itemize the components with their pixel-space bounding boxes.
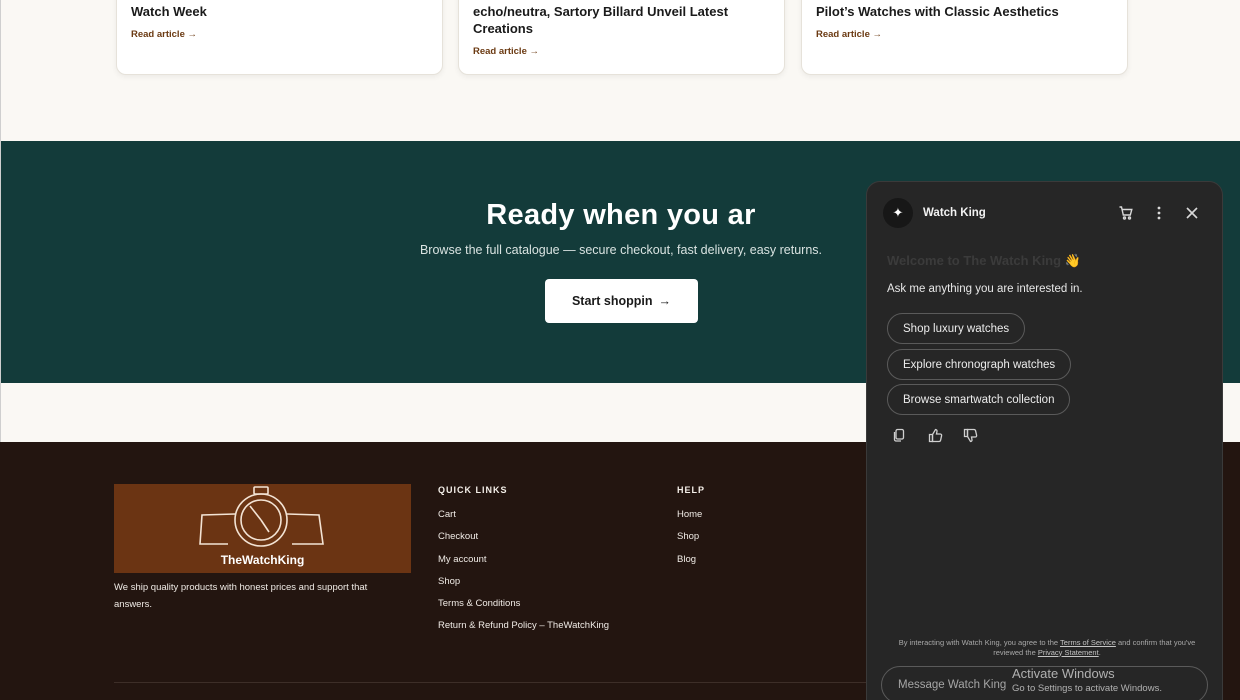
read-article-link[interactable]: Read article → (816, 29, 882, 40)
footer-link-home[interactable]: Home (677, 509, 702, 531)
chat-title: Watch King (923, 207, 986, 219)
cart-icon[interactable] (1117, 204, 1135, 222)
arrow-right-icon: → (187, 29, 198, 40)
privacy-statement-link[interactable]: Privacy Statement (1038, 648, 1099, 657)
footer-link-my-account[interactable]: My account (438, 554, 609, 576)
read-article-label: Read article (473, 46, 527, 57)
footer-logo[interactable]: TheWatchKing (114, 484, 411, 573)
more-vertical-icon[interactable] (1150, 204, 1168, 222)
read-article-label: Read article (816, 29, 870, 40)
disclaimer-text-start: By interacting with Watch King, you agre… (898, 638, 1061, 647)
start-shopping-button[interactable]: Start shoppin → (545, 279, 698, 323)
chat-panel: ✦ Watch King Welcome to The Watch King 👋… (866, 181, 1223, 700)
message-input[interactable] (881, 666, 1208, 700)
wave-icon: 👋 (1064, 253, 1081, 268)
footer-link-checkout[interactable]: Checkout (438, 531, 609, 553)
read-article-link[interactable]: Read article → (473, 46, 539, 57)
start-shopping-label: Start shoppin (571, 294, 653, 308)
welcome-text: Welcome to The Watch King (887, 253, 1062, 268)
article-card[interactable]: echo/neutra, Sartory Billard Unveil Late… (458, 0, 785, 75)
arrow-right-icon: → (872, 29, 883, 40)
footer-link-shop[interactable]: Shop (438, 576, 609, 598)
footer-link-cart[interactable]: Cart (438, 509, 609, 531)
arrow-right-icon: → (529, 46, 540, 57)
assistant-prompt: Ask me anything you are interested in. (887, 283, 1083, 295)
chat-disclaimer: By interacting with Watch King, you agre… (887, 638, 1207, 657)
article-title[interactable]: Pilot’s Watches with Classic Aesthetics (816, 3, 1113, 20)
read-article-label: Read article (131, 29, 185, 40)
footer-link-shop[interactable]: Shop (677, 531, 702, 553)
disclaimer-text-end: . (1098, 647, 1101, 657)
logo-text: TheWatchKing (220, 553, 305, 567)
help-links-list: Home Shop Blog (677, 509, 702, 576)
close-icon[interactable] (1183, 204, 1201, 222)
quick-links-heading: QUICK LINKS (438, 485, 508, 495)
quick-links-list: Cart Checkout My account Shop Terms & Co… (438, 509, 609, 643)
suggestion-browse-smartwatch[interactable]: Browse smartwatch collection (887, 384, 1071, 415)
help-heading: HELP (677, 485, 706, 495)
thumbs-down-icon[interactable] (961, 426, 979, 444)
read-article-link[interactable]: Read article → (131, 29, 197, 40)
articles-section: Watch Week Read article → echo/neutra, S… (0, 0, 1240, 141)
arrow-right-icon: → (658, 294, 672, 308)
article-card[interactable]: Pilot’s Watches with Classic Aesthetics … (801, 0, 1128, 75)
terms-of-service-link[interactable]: Terms of Service (1060, 638, 1116, 647)
copy-icon[interactable] (890, 426, 908, 444)
footer-link-terms[interactable]: Terms & Conditions (438, 598, 609, 620)
footer-divider (114, 682, 874, 683)
article-card[interactable]: Watch Week Read article → (116, 0, 443, 75)
footer-link-blog[interactable]: Blog (677, 554, 702, 576)
article-title[interactable]: echo/neutra, Sartory Billard Unveil Late… (473, 3, 763, 37)
thumbs-up-icon[interactable] (926, 426, 944, 444)
article-title[interactable]: Watch Week (131, 3, 428, 20)
suggestion-explore-chronograph[interactable]: Explore chronograph watches (887, 349, 1072, 380)
suggestion-shop-luxury[interactable]: Shop luxury watches (887, 313, 1026, 344)
sparkle-icon: ✦ (883, 198, 913, 228)
footer-link-refund-policy[interactable]: Return & Refund Policy – TheWatchKing (438, 620, 609, 642)
welcome-message: Welcome to The Watch King 👋 (887, 253, 1081, 269)
footer-tagline: We ship quality products with honest pri… (114, 582, 368, 610)
